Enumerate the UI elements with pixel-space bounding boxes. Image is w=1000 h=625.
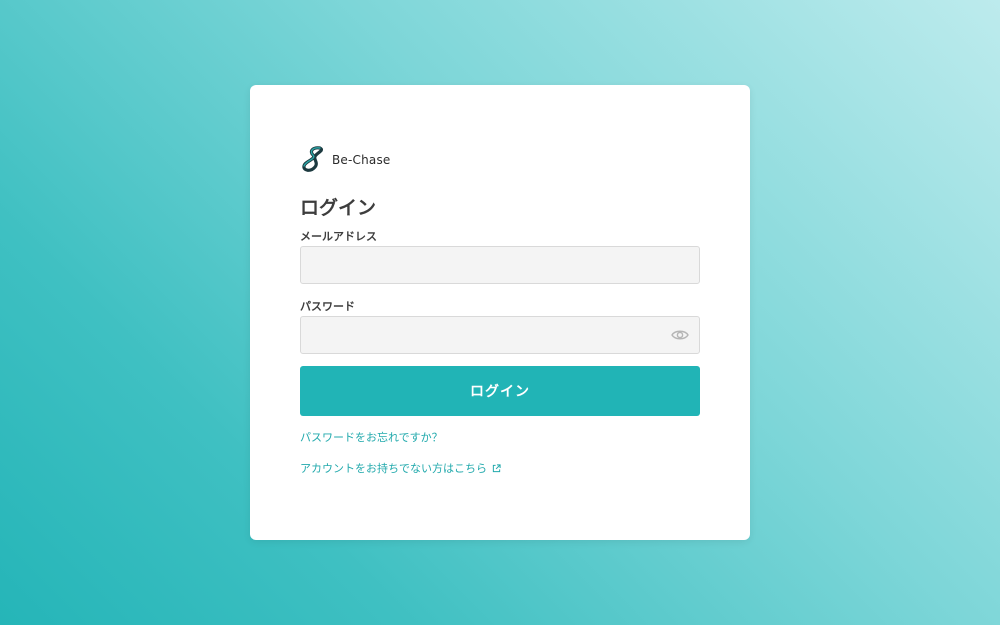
be-chase-logo-icon (302, 146, 324, 172)
brand-logo: Be-Chase (300, 145, 391, 173)
password-label: パスワード (300, 300, 355, 313)
eye-icon[interactable] (671, 327, 689, 343)
login-card: Be-Chase ログイン メールアドレス パスワード ログイン パスワードをお… (250, 85, 750, 540)
email-field[interactable] (300, 246, 700, 284)
brand-name: Be-Chase (332, 153, 391, 167)
email-label: メールアドレス (300, 230, 377, 243)
page-title: ログイン (300, 197, 377, 219)
signup-link[interactable]: アカウントをお持ちでない方はこちら (300, 460, 501, 476)
login-button[interactable]: ログイン (300, 366, 700, 416)
password-field[interactable] (300, 316, 700, 354)
forgot-password-link[interactable]: パスワードをお忘れですか？ (300, 429, 443, 445)
external-link-icon (492, 463, 501, 472)
forgot-password-label: パスワードをお忘れですか？ (300, 431, 443, 444)
signup-label: アカウントをお持ちでない方はこちら (300, 462, 487, 475)
